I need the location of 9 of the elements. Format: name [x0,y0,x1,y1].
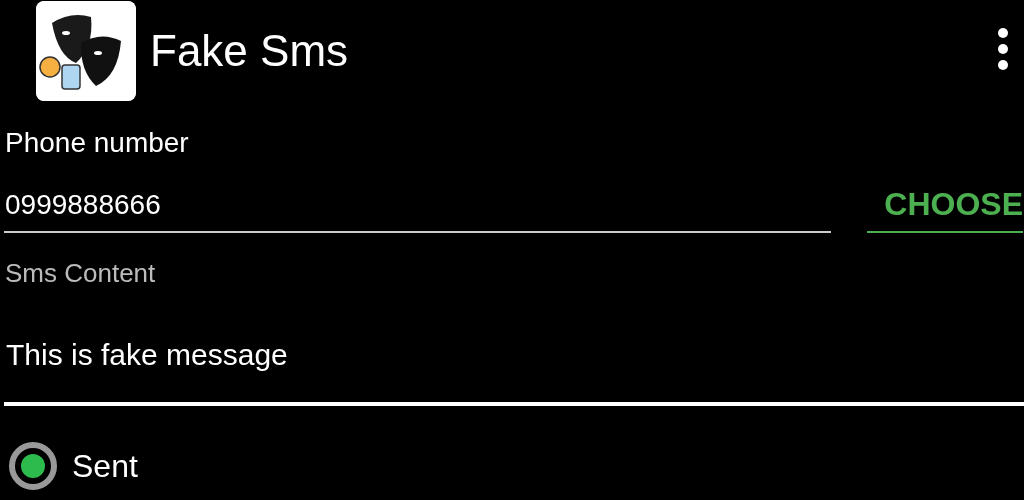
phone-number-label: Phone number [5,126,190,160]
sms-content-field[interactable]: This is fake message [4,330,1024,406]
app-title: Fake Sms [150,26,350,76]
phone-number-field[interactable]: 0999888666 [4,183,831,233]
sms-content-label: Sms Content [5,257,157,289]
choose-button[interactable]: CHOOSE [867,182,1023,233]
radio-option[interactable]: Sent [8,441,138,491]
app-logo-icon [36,1,136,101]
radio-button[interactable] [8,441,58,491]
